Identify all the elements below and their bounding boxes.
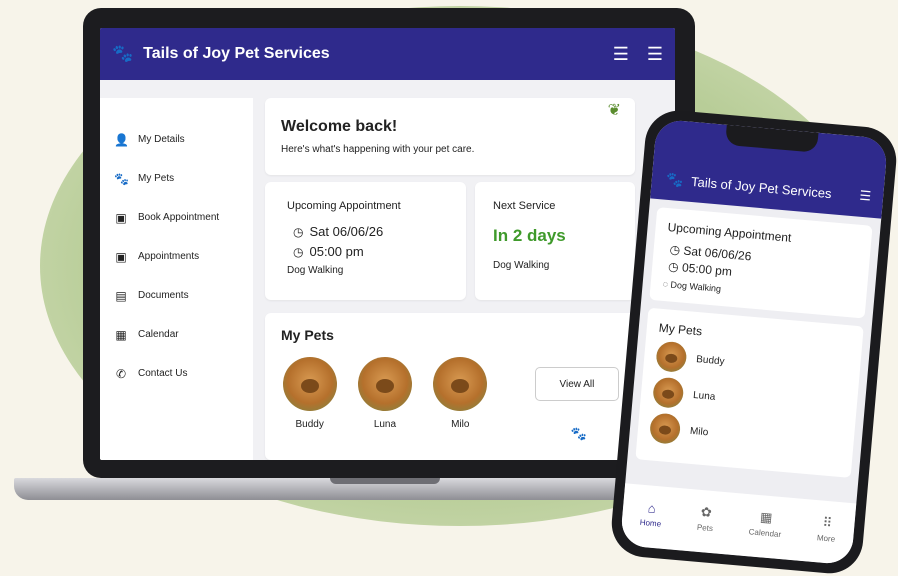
pet-name: Luna bbox=[692, 389, 716, 403]
mobile-my-pets-card: My Pets Buddy Luna Milo bbox=[635, 307, 864, 478]
clock-icon: ◷ bbox=[293, 244, 304, 259]
paw-icon: 🐾 bbox=[114, 171, 129, 186]
sidebar-item-label: Appointments bbox=[138, 251, 200, 262]
sidebar-item-book-appointment[interactable]: ▣ Book Appointment bbox=[100, 198, 253, 237]
tab-label: Home bbox=[639, 517, 662, 529]
my-pets-card: My Pets Buddy Luna Milo View All 🐾 bbox=[265, 313, 635, 460]
mobile-appointment-time-text: 05:00 pm bbox=[681, 260, 733, 279]
person-icon: 👤 bbox=[114, 132, 129, 147]
pet-item-luna[interactable]: Luna bbox=[356, 357, 413, 430]
laptop-screen: 🐾 Tails of Joy Pet Services ☰ ☰ 👤 My Det… bbox=[100, 28, 675, 460]
app-title: Tails of Joy Pet Services bbox=[143, 45, 330, 62]
pet-avatar bbox=[357, 357, 412, 411]
menu-icon[interactable]: ☰ bbox=[613, 44, 629, 65]
document-icon: ▤ bbox=[115, 288, 127, 303]
tab-label: Calendar bbox=[748, 527, 782, 540]
upcoming-appointment-card[interactable]: Upcoming Appointment ◷ Sat 06/06/26 ◷ 05… bbox=[265, 182, 466, 300]
next-service-heading: Next Service bbox=[493, 200, 556, 212]
sidebar-item-documents[interactable]: ▤ Documents bbox=[100, 276, 253, 315]
phone-frame: 🐾 Tails of Joy Pet Services ☰ Upcoming A… bbox=[608, 107, 898, 576]
view-all-button[interactable]: View All bbox=[534, 367, 620, 401]
clock-icon: ◷ bbox=[293, 224, 304, 239]
sidebar-item-label: My Details bbox=[138, 134, 185, 145]
laptop-hinge bbox=[330, 478, 440, 484]
paw-prints-icon: 🐾 bbox=[570, 426, 587, 441]
home-icon: ⌂ bbox=[647, 499, 657, 516]
mobile-app-title: Tails of Joy Pet Services bbox=[690, 173, 833, 201]
pet-avatar bbox=[648, 412, 682, 445]
paw-logo-icon: 🐾 bbox=[112, 44, 134, 63]
pet-avatar bbox=[655, 340, 688, 374]
sidebar: 👤 My Details 🐾 My Pets ▣ Book Appointmen… bbox=[100, 98, 253, 460]
welcome-title: Welcome back! bbox=[281, 118, 398, 135]
sidebar-item-label: My Pets bbox=[138, 173, 175, 184]
appointment-date-text: Sat 06/06/26 bbox=[309, 224, 384, 239]
sidebar-item-appointments[interactable]: ▣ Appointments bbox=[100, 237, 253, 276]
next-service-countdown: In 2 days bbox=[493, 226, 566, 245]
hamburger-menu-icon[interactable]: ☰ bbox=[647, 44, 663, 65]
welcome-card: ❦ Welcome back! Here's what's happening … bbox=[265, 98, 635, 175]
pet-avatar bbox=[282, 357, 337, 411]
calendar-icon: ▦ bbox=[759, 509, 774, 526]
sidebar-item-contact-us[interactable]: ✆ Contact Us bbox=[100, 354, 253, 393]
tab-home[interactable]: ⌂ Home bbox=[639, 499, 663, 528]
appointment-date: ◷ Sat 06/06/26 bbox=[287, 224, 444, 239]
my-pets-heading: My Pets bbox=[281, 327, 334, 343]
appointment-time-text: 05:00 pm bbox=[309, 244, 364, 259]
calendar-icon: ▦ bbox=[115, 327, 127, 342]
pet-avatar bbox=[433, 357, 488, 411]
sidebar-item-my-pets[interactable]: 🐾 My Pets bbox=[100, 159, 253, 198]
pet-item-buddy[interactable]: Buddy bbox=[281, 357, 338, 430]
appointment-service: Dog Walking bbox=[287, 265, 344, 276]
tab-more[interactable]: ⠿ More bbox=[816, 514, 838, 544]
appointment-time: ◷ 05:00 pm bbox=[287, 244, 444, 259]
welcome-subtitle: Here's what's happening with your pet ca… bbox=[281, 144, 475, 155]
sidebar-item-label: Book Appointment bbox=[138, 212, 220, 223]
upcoming-appointment-heading: Upcoming Appointment bbox=[287, 200, 401, 212]
next-service-card[interactable]: Next Service In 2 days Dog Walking bbox=[475, 182, 635, 300]
sidebar-item-label: Calendar bbox=[138, 329, 179, 340]
pet-name: Luna bbox=[373, 419, 397, 430]
hamburger-menu-icon[interactable]: ☰ bbox=[859, 188, 872, 205]
next-service-type: Dog Walking bbox=[493, 260, 550, 271]
pet-name: Milo bbox=[451, 419, 470, 430]
calendar-plus-icon: ▣ bbox=[115, 210, 127, 225]
pet-name: Milo bbox=[689, 425, 709, 438]
paw-logo-icon: 🐾 bbox=[665, 170, 685, 188]
tab-calendar[interactable]: ▦ Calendar bbox=[748, 508, 783, 539]
sidebar-item-label: Documents bbox=[138, 290, 189, 301]
tab-pets[interactable]: ✿ Pets bbox=[697, 504, 715, 533]
tab-label: Pets bbox=[696, 522, 714, 534]
paw-icon: ✿ bbox=[700, 504, 713, 520]
sprout-icon: ❦ bbox=[607, 102, 621, 119]
sidebar-item-my-details[interactable]: 👤 My Details bbox=[100, 120, 253, 159]
pet-name: Buddy bbox=[295, 419, 324, 430]
tab-label: More bbox=[816, 533, 836, 544]
mobile-tab-bar: ⌂ Home ✿ Pets ▦ Calendar ⠿ More bbox=[619, 483, 857, 566]
mobile-appointment-service-text: Dog Walking bbox=[670, 279, 722, 294]
calendar-check-icon: ▣ bbox=[115, 249, 127, 264]
phone-icon: ✆ bbox=[115, 366, 127, 381]
grid-icon: ⠿ bbox=[822, 514, 833, 531]
sidebar-item-calendar[interactable]: ▦ Calendar bbox=[100, 315, 253, 354]
mobile-upcoming-appointment-card[interactable]: Upcoming Appointment ◷ Sat 06/06/26 ◷ 05… bbox=[649, 207, 873, 319]
phone-screen: 🐾 Tails of Joy Pet Services ☰ Upcoming A… bbox=[619, 118, 889, 566]
pet-name: Buddy bbox=[695, 353, 726, 367]
sidebar-item-label: Contact Us bbox=[138, 368, 188, 379]
pet-item-milo[interactable]: Milo bbox=[432, 357, 489, 430]
pet-list: Buddy Luna Milo View All bbox=[281, 357, 620, 430]
app-header: 🐾 Tails of Joy Pet Services ☰ ☰ bbox=[100, 28, 675, 80]
pet-avatar bbox=[652, 376, 685, 409]
